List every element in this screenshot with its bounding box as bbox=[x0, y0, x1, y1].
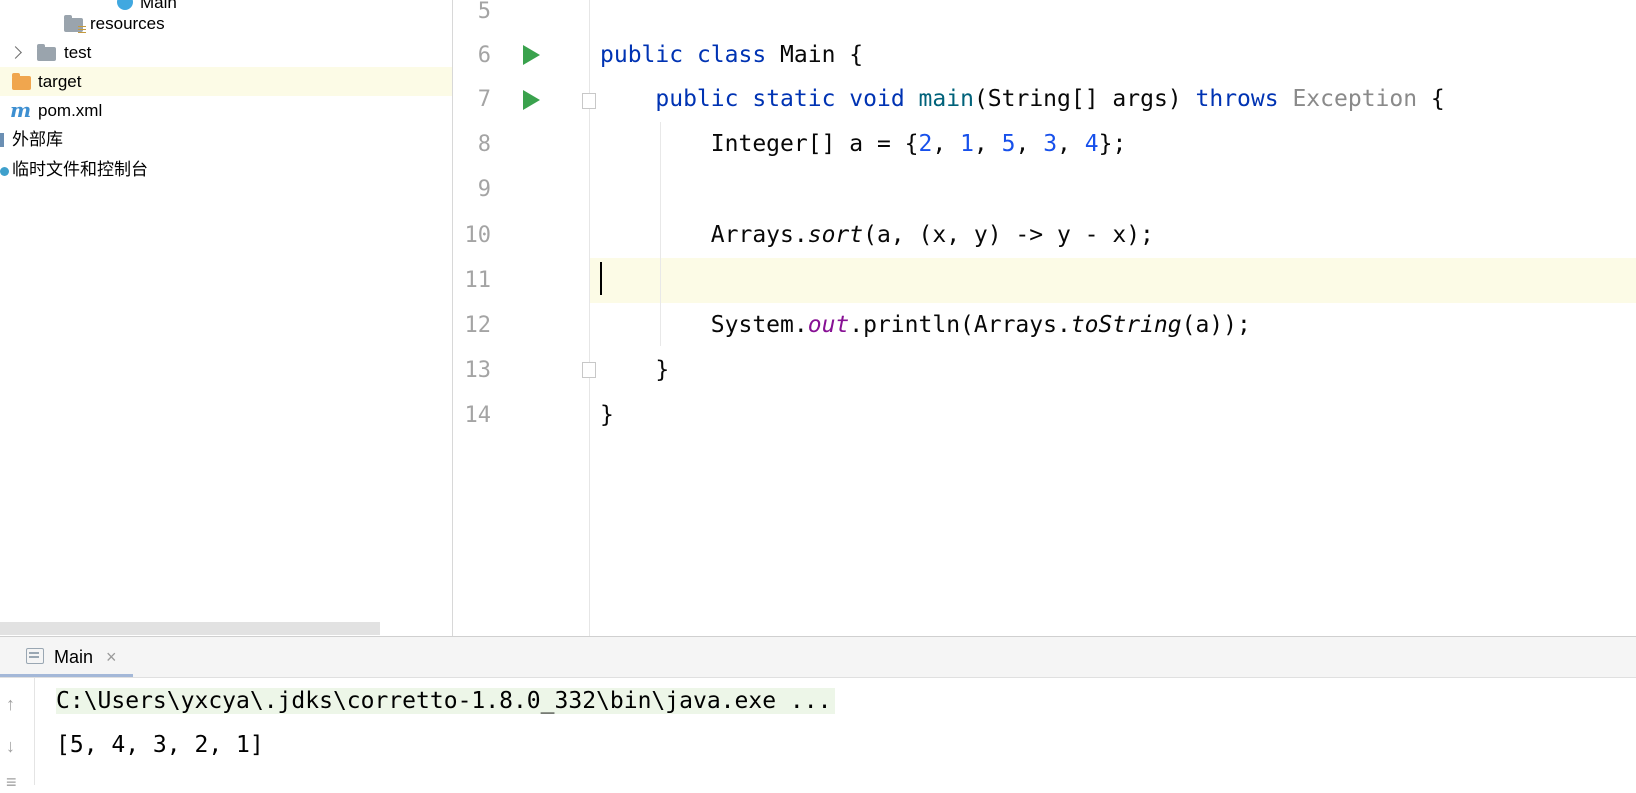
code-line-12: System.out.println(Arrays.toString(a)); bbox=[710, 312, 1251, 338]
tree-item-label: resources bbox=[90, 14, 165, 33]
code-line-13: } bbox=[655, 357, 670, 383]
tree-item-label: 临时文件和控制台 bbox=[12, 160, 148, 179]
line-number: 6 bbox=[477, 43, 491, 68]
wrap-icon[interactable]: ≡ bbox=[6, 772, 17, 793]
line-number: 8 bbox=[477, 132, 491, 157]
run-class-icon[interactable] bbox=[523, 45, 540, 65]
code-line-10: Arrays.sort(a, (x, y) -> y - x); bbox=[710, 222, 1154, 248]
horizontal-scrollbar[interactable] bbox=[0, 622, 380, 635]
run-main-icon[interactable] bbox=[523, 90, 540, 110]
text-caret bbox=[600, 262, 602, 295]
line-number: 12 bbox=[464, 313, 492, 338]
scratch-icon bbox=[0, 167, 9, 176]
line-number: 10 bbox=[464, 223, 492, 248]
editor-gutter[interactable]: 5 6 7 8 9 10 11 12 13 14 bbox=[453, 0, 596, 636]
tree-item-label: test bbox=[64, 43, 92, 62]
code-line-6: public class Main { bbox=[600, 42, 864, 68]
folder-orange-icon bbox=[12, 73, 31, 90]
tree-item-pom[interactable]: m pom.xml bbox=[0, 96, 452, 125]
line-number: 5 bbox=[477, 0, 491, 24]
run-tool-window: Main × ↑ ↓ ≡ C:\Users\yxcya\.jdks\corret… bbox=[0, 636, 1636, 792]
current-line-highlight bbox=[453, 258, 1636, 303]
tree-item-label: 外部库 bbox=[12, 130, 63, 149]
code-line-8: Integer[] a = {2, 1, 5, 3, 4}; bbox=[710, 131, 1127, 157]
console-command-line: C:\Users\yxcya\.jdks\corretto-1.8.0_332\… bbox=[56, 679, 836, 723]
tree-item-scratches[interactable]: 临时文件和控制台 bbox=[0, 155, 452, 184]
line-number: 13 bbox=[464, 358, 492, 383]
maven-icon: m bbox=[10, 98, 32, 122]
chevron-right-icon[interactable] bbox=[9, 46, 22, 59]
line-number: 9 bbox=[477, 177, 491, 202]
library-icon bbox=[0, 133, 4, 147]
code-line-14: } bbox=[600, 402, 614, 428]
run-tab-main[interactable]: Main × bbox=[0, 637, 133, 677]
tree-item-test[interactable]: test bbox=[0, 38, 452, 67]
project-tool-window: Main resources test target m pom.xml 外部库… bbox=[0, 0, 453, 636]
command-text: C:\Users\yxcya\.jdks\corretto-1.8.0_332\… bbox=[56, 688, 836, 714]
resources-marker-icon bbox=[78, 26, 86, 34]
up-arrow-icon[interactable]: ↑ bbox=[6, 694, 15, 715]
tree-item-label: pom.xml bbox=[38, 101, 103, 120]
fold-end-icon[interactable] bbox=[582, 362, 596, 378]
down-arrow-icon[interactable]: ↓ bbox=[6, 736, 15, 757]
tree-item-external-libraries[interactable]: 外部库 bbox=[0, 125, 452, 154]
close-icon[interactable]: × bbox=[106, 637, 117, 677]
run-tab-bar: Main × bbox=[0, 637, 1636, 678]
line-number: 11 bbox=[464, 268, 492, 293]
code-line-7: public static void main(String[] args) t… bbox=[655, 86, 1445, 112]
tree-item-label: target bbox=[38, 72, 82, 91]
tree-item-resources[interactable]: resources bbox=[0, 9, 452, 38]
run-tab-label: Main bbox=[54, 647, 94, 667]
line-number: 7 bbox=[477, 87, 491, 112]
console-icon bbox=[26, 648, 44, 664]
fold-start-icon[interactable] bbox=[582, 93, 596, 109]
code-editor[interactable]: 5 6 7 8 9 10 11 12 13 14 public class Ma… bbox=[453, 0, 1636, 636]
console-output: [5, 4, 3, 2, 1] bbox=[56, 732, 264, 758]
run-toolbar: ↑ ↓ ≡ bbox=[0, 678, 35, 792]
folder-icon bbox=[37, 44, 56, 61]
tree-item-target[interactable]: target bbox=[0, 67, 452, 96]
line-number: 14 bbox=[464, 403, 492, 428]
